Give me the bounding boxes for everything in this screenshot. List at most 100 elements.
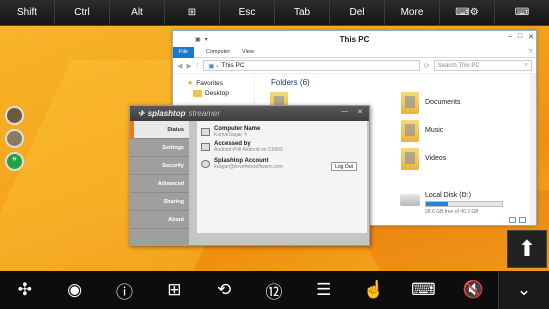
vertical-scrollbar[interactable]	[530, 74, 536, 225]
computer-name-value: KumarSagar ✎	[214, 132, 260, 138]
touch-icon[interactable]: ☝	[349, 271, 399, 309]
address-text: This PC	[221, 62, 245, 69]
account-value: ksagar@ilovefreesoftware.com	[214, 164, 283, 170]
account-row: Splashtop Account ksagar@ilovefreesoftwa…	[201, 158, 283, 170]
splashtop-window: ✈ splashtop streamer — ✕ Status Settings…	[129, 105, 370, 246]
avatar[interactable]	[5, 106, 24, 125]
up-icon[interactable]: ↑	[196, 62, 200, 69]
music-folder-icon[interactable]	[401, 120, 419, 142]
tab-advanced[interactable]: Advanced	[130, 175, 189, 193]
edit-icon[interactable]: ✎	[243, 132, 247, 138]
key-windows-icon[interactable]: ⊞	[165, 0, 220, 26]
record-icon[interactable]: ◉	[50, 271, 100, 309]
key-tab[interactable]: Tab	[275, 0, 330, 26]
videos-folder-icon[interactable]	[401, 148, 419, 170]
maximize-icon[interactable]: □	[518, 33, 522, 41]
keyboard-icon[interactable]: ⌨	[399, 271, 449, 309]
tab-status[interactable]: Status	[130, 121, 189, 139]
window-controls: – □ ✕	[508, 33, 534, 41]
minimize-icon[interactable]: –	[508, 33, 512, 41]
drive-icon[interactable]	[400, 194, 420, 206]
search-icon: ⌕	[524, 62, 528, 68]
close-icon[interactable]: ✕	[528, 33, 534, 41]
logo-text: splashtop	[147, 109, 186, 118]
log-out-button[interactable]: Log Out	[331, 162, 357, 171]
folder-label-music[interactable]: Music	[425, 127, 443, 134]
tab-view[interactable]: View	[242, 49, 254, 55]
upload-arrow-button[interactable]: ⬆	[507, 230, 547, 268]
help-icon[interactable]: ?	[529, 49, 532, 55]
nav-label: Favorites	[196, 79, 224, 87]
window-title: This PC	[339, 34, 370, 44]
folders-header[interactable]: Folders (6)	[271, 78, 310, 87]
tab-computer[interactable]: Computer	[206, 49, 230, 55]
accessed-by-row: Accessed by Android-Poll Android on C660…	[201, 141, 283, 153]
address-bar[interactable]: ▣ › This PC	[203, 60, 420, 71]
numbers-icon[interactable]: ⑫	[249, 271, 299, 309]
key-ctrl[interactable]: Ctrl	[55, 0, 110, 26]
virtual-key-bar: Shift Ctrl Alt ⊞ Esc Tab Del More ⌨⚙ ⌨	[0, 0, 549, 26]
mute-icon[interactable]: 🔇	[448, 271, 498, 309]
search-input[interactable]: Search This PC ⌕	[433, 60, 532, 71]
nav-label: Desktop	[205, 90, 229, 97]
arrow-up-icon: ⬆	[517, 236, 537, 261]
address-row: ◀ ▶ ↑ ▣ › This PC ⟳ Search This PC ⌕	[173, 58, 536, 74]
refresh-icon[interactable]: ⟳	[424, 62, 430, 70]
rotation-lock-icon[interactable]: ⟲	[199, 271, 249, 309]
close-icon[interactable]: ✕	[357, 108, 363, 116]
computer-name-text: KumarSagar	[214, 132, 243, 138]
splashtop-titlebar: ✈ splashtop streamer — ✕	[130, 106, 369, 121]
drive-usage-bar	[425, 201, 503, 207]
tab-sharing[interactable]: Sharing	[130, 193, 189, 211]
nav-item-desktop[interactable]: Desktop	[193, 90, 229, 97]
keyboard-settings-icon[interactable]: ⌨⚙	[440, 0, 495, 26]
hangouts-icon[interactable]: ❞	[5, 152, 24, 171]
menu-icon[interactable]: ☰	[299, 271, 349, 309]
folder-label-documents[interactable]: Documents	[425, 99, 460, 106]
accessed-by-value: Android-Poll Android on C6603	[214, 147, 283, 153]
status-panel: Computer Name KumarSagar ✎ Accessed by A…	[197, 121, 367, 233]
logo-suffix: streamer	[188, 109, 221, 118]
star-icon: ★	[187, 80, 194, 87]
help-icon[interactable]: ⓘ	[100, 271, 150, 309]
tab-file[interactable]: File	[173, 46, 194, 58]
forward-icon[interactable]: ▶	[186, 62, 191, 70]
folder-label-videos[interactable]: Videos	[425, 155, 446, 162]
key-alt[interactable]: Alt	[110, 0, 165, 26]
splashtop-window-controls: — ✕	[341, 108, 363, 116]
account-icon	[201, 160, 210, 168]
nav-item-favorites[interactable]: ★ Favorites	[187, 79, 224, 88]
computer-name-row: Computer Name KumarSagar ✎	[201, 126, 260, 138]
desktop-icon	[193, 90, 202, 97]
tab-security[interactable]: Security	[130, 157, 189, 175]
computer-icon	[201, 128, 210, 136]
chevron-down-icon[interactable]: ⌄	[498, 271, 549, 309]
keyboard-icon[interactable]: ⌨	[495, 0, 549, 26]
minimize-icon[interactable]: —	[341, 108, 348, 116]
cross-arrows-icon[interactable]: ✣	[0, 271, 50, 309]
drive-usage-fill	[426, 202, 449, 206]
key-del[interactable]: Del	[330, 0, 385, 26]
tab-settings[interactable]: Settings	[130, 139, 189, 157]
drive-label[interactable]: Local Disk (D:)	[425, 192, 471, 199]
key-more[interactable]: More	[385, 0, 440, 26]
details-view-icon[interactable]	[509, 217, 516, 223]
key-esc[interactable]: Esc	[220, 0, 275, 26]
computer-icon: ▣ ›	[208, 62, 219, 70]
splashtop-sidebar: Status Settings Security Advanced Sharin…	[130, 121, 189, 246]
explorer-titlebar: ▣ ▾ This PC – □ ✕	[173, 31, 536, 47]
view-switch	[509, 217, 526, 223]
drive-free-text: 28.6 GB free of 40.3 GB	[425, 209, 479, 215]
tab-about[interactable]: About	[130, 211, 189, 229]
bottom-toolbar: ✣ ◉ ⓘ ⊞ ⟲ ⑫ ☰ ☝ ⌨ 🔇 ⌄	[0, 271, 549, 309]
windows-icon[interactable]: ⊞	[149, 271, 199, 309]
tiles-view-icon[interactable]	[519, 217, 526, 223]
splashtop-logo-icon: ✈	[138, 109, 145, 118]
ribbon-tabs: File Computer View ?	[173, 46, 536, 58]
documents-folder-icon[interactable]	[401, 92, 419, 114]
splashtop-logo: ✈ splashtop streamer	[138, 109, 220, 118]
avatar[interactable]	[5, 129, 24, 148]
link-icon	[201, 143, 210, 151]
back-icon[interactable]: ◀	[177, 62, 182, 70]
key-shift[interactable]: Shift	[0, 0, 55, 26]
